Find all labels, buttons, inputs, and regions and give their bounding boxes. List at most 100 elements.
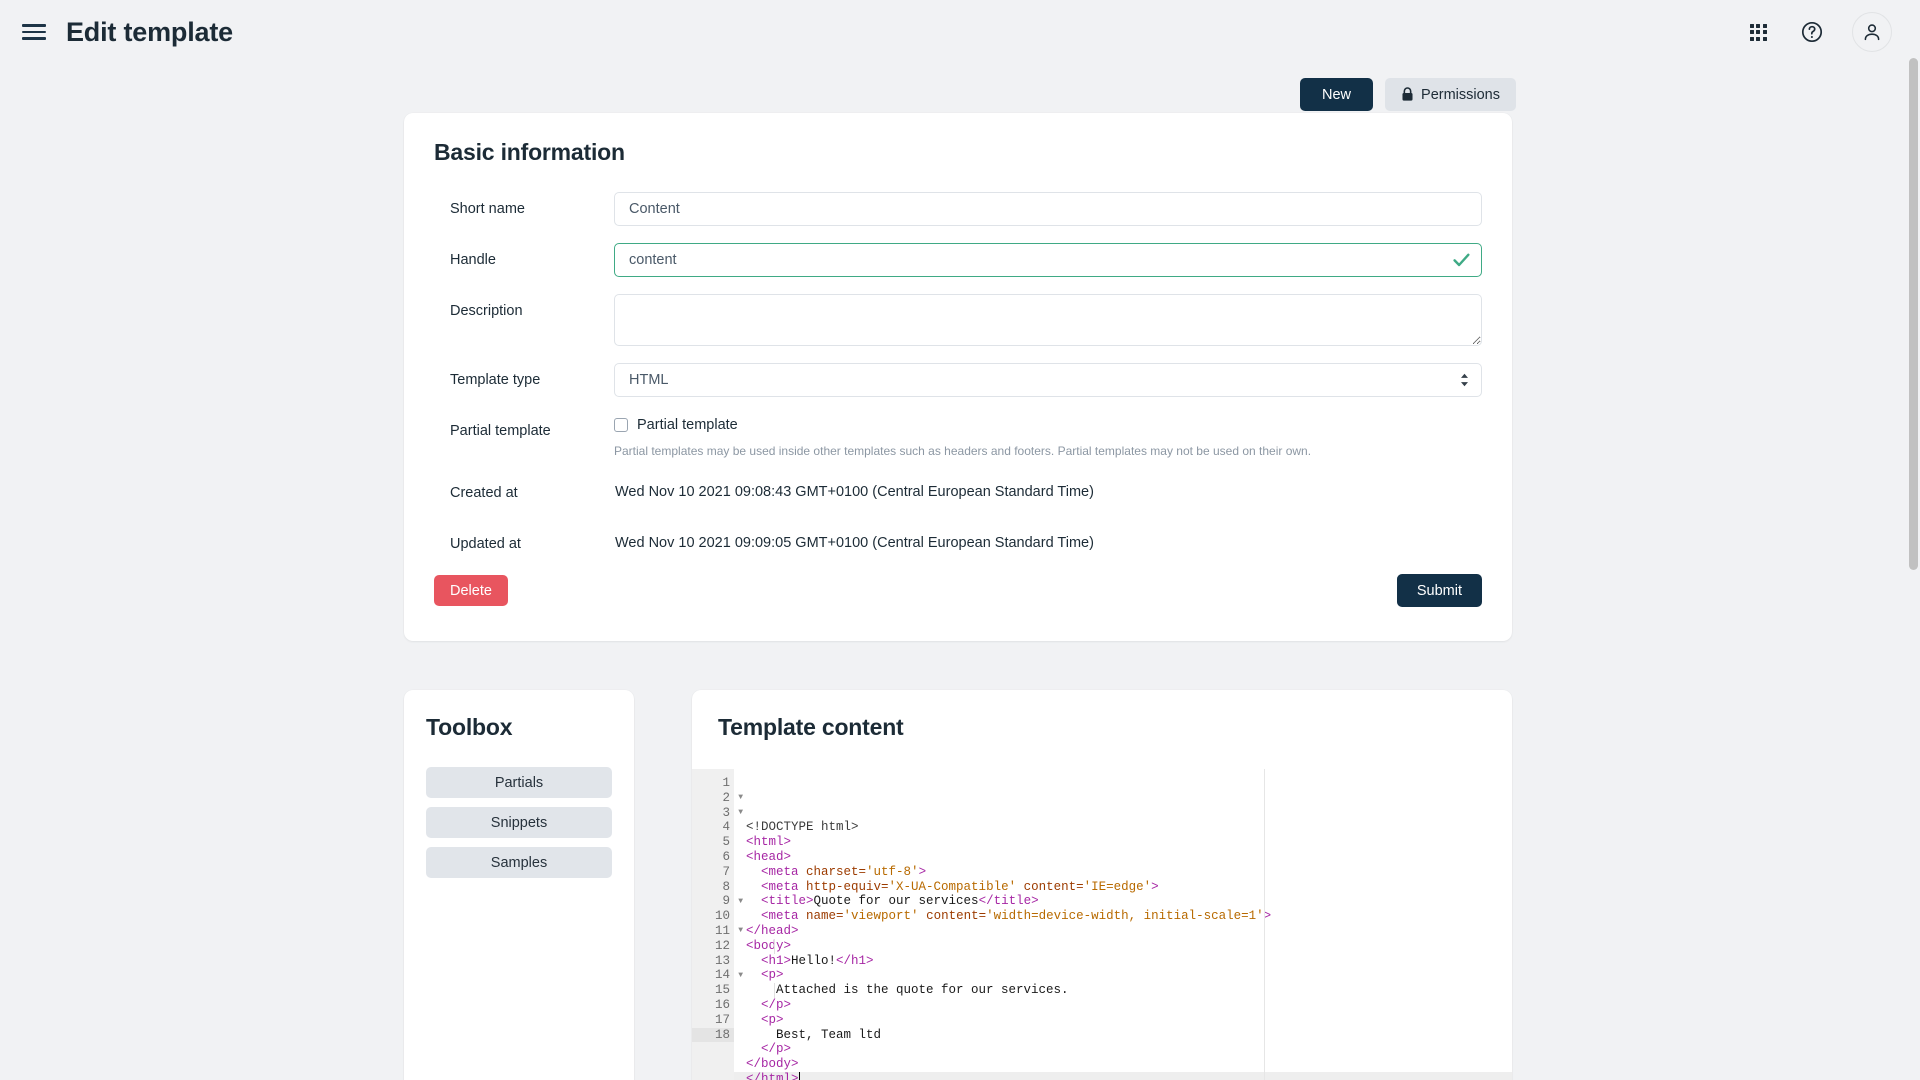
form-footer: Delete Submit	[434, 574, 1482, 608]
handle-label: Handle	[450, 252, 496, 268]
page-scrollbar-track[interactable]	[1907, 0, 1920, 1080]
code-token-tag: >	[918, 864, 927, 879]
template-type-select[interactable]: HTML	[614, 363, 1482, 397]
code-token-val: 'utf-8'	[866, 864, 919, 879]
field-row-updated-at: Updated at Wed Nov 10 2021 09:09:05 GMT+…	[434, 527, 1482, 552]
editor-line-number[interactable]: 4	[692, 820, 734, 835]
editor-code-line[interactable]: </body>	[746, 1057, 1512, 1072]
user-avatar-button[interactable]	[1852, 12, 1892, 52]
submit-button[interactable]: Submit	[1396, 574, 1482, 608]
code-token-tag: </h1>	[836, 953, 874, 968]
help-circle-icon[interactable]	[1798, 18, 1826, 46]
partial-template-checkbox[interactable]	[614, 418, 628, 432]
editor-line-number[interactable]: 3 ▼	[692, 806, 743, 821]
toolbox-button-partials[interactable]: Partials	[426, 767, 612, 798]
editor-code-line[interactable]: <body>	[746, 939, 1512, 954]
editor-line-number[interactable]: 16	[692, 998, 734, 1013]
editor-line-number[interactable]: 11 ▼	[692, 924, 743, 939]
handle-valid-check-icon	[1453, 253, 1470, 267]
code-token-tag: </body>	[746, 1057, 799, 1072]
editor-line-number[interactable]: 14 ▼	[692, 968, 743, 983]
editor-code-line[interactable]: <meta http-equiv='X-UA-Compatible' conte…	[746, 880, 1512, 895]
grid-apps-icon[interactable]	[1744, 18, 1772, 46]
editor-gutter[interactable]: 1 2 ▼ 3 ▼ 4 5 6 7 8 9 ▼ 10 11 ▼ 12 13 14 ▼ 15 16 17 18	[692, 769, 743, 1080]
editor-code-line[interactable]: <!DOCTYPE html>	[746, 820, 1512, 835]
editor-line-number[interactable]: 8	[692, 880, 734, 895]
code-token-attr: http-equiv=	[806, 879, 889, 894]
short-name-label: Short name	[450, 201, 525, 217]
field-row-handle: Handle	[434, 243, 1482, 277]
code-token-tag: <meta	[761, 864, 807, 879]
user-avatar-icon	[1864, 24, 1880, 41]
partial-template-checkbox-label[interactable]: Partial template	[637, 417, 738, 433]
editor-line-number[interactable]: 13	[692, 954, 734, 969]
code-token-doctype: <!DOCTYPE html>	[746, 820, 859, 835]
top-bar-actions	[1744, 12, 1892, 52]
hamburger-menu-icon[interactable]	[22, 18, 50, 46]
editor-code-line[interactable]: <meta name='viewport' content='width=dev…	[746, 909, 1512, 924]
editor-code-line[interactable]: </head>	[746, 924, 1512, 939]
editor-code-line[interactable]: Best, Team ltd	[746, 1028, 1512, 1043]
code-token-tag: <html>	[746, 835, 792, 850]
editor-indent-guide	[774, 938, 775, 954]
editor-line-number[interactable]: 18	[692, 1027, 734, 1043]
field-row-description: Description	[434, 294, 1482, 346]
toolbox-buttons: Partials Snippets Samples	[426, 767, 612, 878]
short-name-input[interactable]	[614, 192, 1482, 226]
code-token-tag: <title>	[761, 894, 814, 909]
editor-code-line[interactable]: </p>	[746, 998, 1512, 1013]
handle-input[interactable]	[614, 243, 1482, 277]
editor-code-line[interactable]: <head>	[746, 850, 1512, 865]
updated-at-value: Wed Nov 10 2021 09:09:05 GMT+0100 (Centr…	[615, 535, 1094, 552]
code-token-tag: >	[1151, 879, 1159, 894]
editor-line-number[interactable]: 6	[692, 850, 734, 865]
permissions-button[interactable]: Permissions	[1385, 78, 1516, 111]
toolbox-button-snippets[interactable]: Snippets	[426, 807, 612, 838]
editor-code-line[interactable]: </p>	[746, 1042, 1512, 1057]
toolbox-card: Toolbox Partials Snippets Samples	[404, 690, 634, 1080]
code-token-val: 'IE=edge'	[1083, 879, 1152, 894]
toolbox-button-samples[interactable]: Samples	[426, 847, 612, 878]
editor-line-number[interactable]: 1	[692, 776, 734, 791]
code-token-tag: <body>	[746, 938, 792, 953]
editor-code-line[interactable]: <h1>Hello!</h1>	[746, 954, 1512, 969]
code-editor[interactable]: 1 2 ▼ 3 ▼ 4 5 6 7 8 9 ▼ 10 11 ▼ 12 13 14 ▼ 15 16 17 18 <!DOCTY…	[692, 769, 1512, 1080]
editor-code-area[interactable]: <!DOCTYPE html> <html> <head> <meta charse…	[734, 769, 1512, 1080]
editor-code-line[interactable]: Attached is the quote for our services.	[746, 983, 1512, 998]
code-token-tag: </head>	[746, 923, 799, 938]
code-token-txt: Hello!	[791, 953, 837, 968]
editor-code-line[interactable]: <title>Quote for our services</title>	[746, 894, 1512, 909]
editor-code-line[interactable]: </html>	[746, 1071, 1512, 1080]
editor-line-number[interactable]: 17	[692, 1013, 734, 1028]
editor-code-line[interactable]: <html>	[746, 835, 1512, 850]
editor-line-number[interactable]: 10	[692, 909, 734, 924]
description-textarea[interactable]	[614, 294, 1482, 346]
editor-code-line[interactable]: <p>	[746, 968, 1512, 983]
delete-button[interactable]: Delete	[434, 575, 508, 607]
code-token-tag: <head>	[746, 849, 792, 864]
permissions-label: Permissions	[1421, 86, 1500, 103]
page-scrollbar-thumb[interactable]	[1909, 58, 1918, 570]
editor-line-number[interactable]: 2 ▼	[692, 791, 743, 806]
template-content-card: Template content 1 2 ▼ 3 ▼ 4 5 6 7 8 9 ▼ 10 11 ▼ 12 13 14…	[692, 690, 1512, 1080]
editor-code-line[interactable]: <meta charset='utf-8'>	[746, 865, 1512, 880]
code-token-txt: Attached is the quote for our services.	[746, 983, 1069, 998]
lock-icon	[1402, 87, 1413, 101]
partial-template-help-text: Partial templates may be used inside oth…	[614, 444, 1312, 458]
editor-line-number[interactable]: 9 ▼	[692, 894, 743, 909]
field-row-created-at: Created at Wed Nov 10 2021 09:08:43 GMT+…	[434, 476, 1482, 501]
code-token-txt: Best, Team ltd	[746, 1027, 882, 1042]
new-button[interactable]: New	[1300, 78, 1374, 111]
editor-line-number[interactable]: 5	[692, 835, 734, 850]
editor-line-number[interactable]: 12	[692, 939, 734, 954]
editor-line-number[interactable]: 15	[692, 983, 734, 998]
basic-information-title: Basic information	[434, 139, 625, 165]
top-bar: Edit template	[0, 0, 1920, 64]
editor-line-number[interactable]: 7	[692, 865, 734, 880]
editor-code-line[interactable]: <p>	[746, 1013, 1512, 1028]
